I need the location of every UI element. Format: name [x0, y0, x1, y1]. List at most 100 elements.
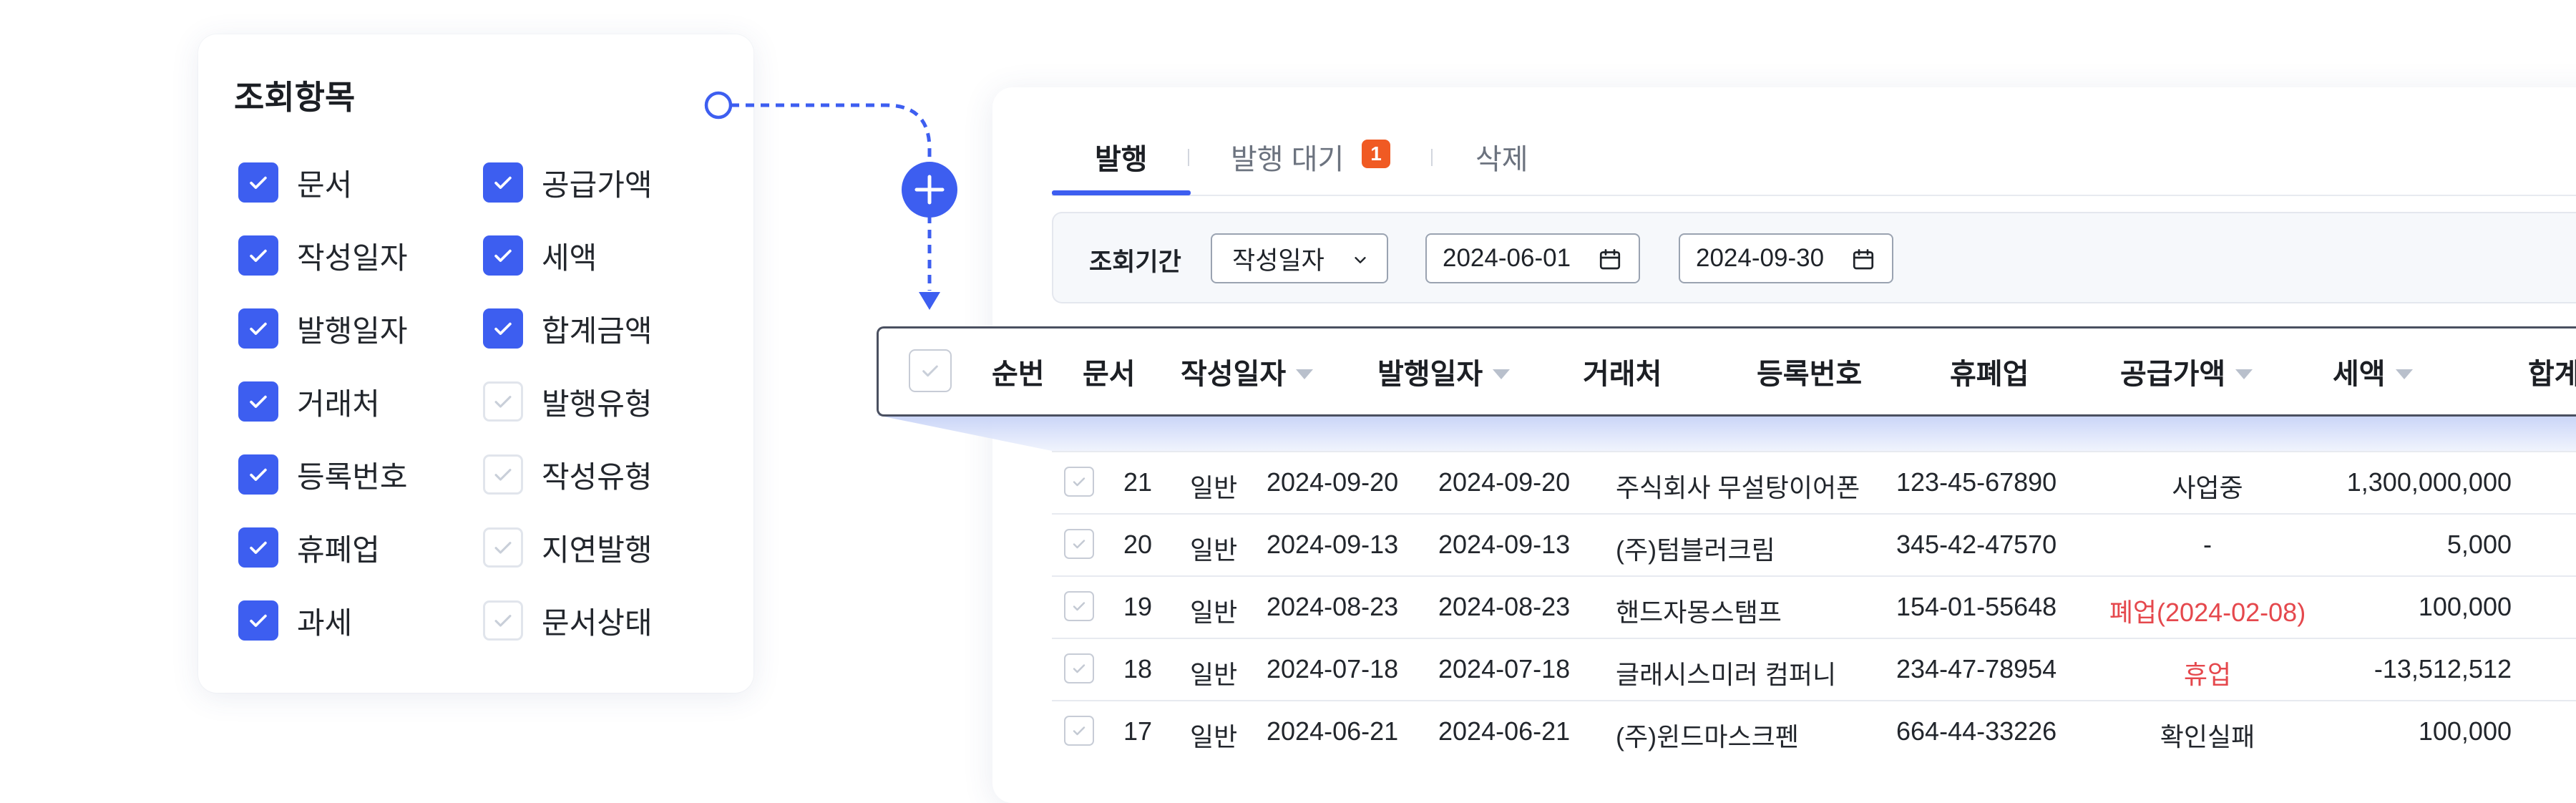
cell-supply-amount: 100,000: [2418, 592, 2512, 621]
check-icon: [1073, 540, 1085, 549]
checkbox-icon[interactable]: [238, 381, 278, 422]
cell-issue-date: 2024-09-20: [1438, 467, 1571, 497]
option-business-status[interactable]: 휴폐업: [238, 526, 380, 569]
col-header-label: 공급가액: [2120, 359, 2226, 390]
checkbox-icon[interactable]: [238, 308, 278, 349]
col-header-supply-amount[interactable]: 공급가액: [2120, 351, 2253, 392]
checkbox-icon[interactable]: [483, 454, 523, 495]
row-divider: [1052, 638, 2576, 639]
sort-caret-icon[interactable]: [2235, 369, 2253, 380]
check-icon: [922, 365, 938, 377]
date-type-value: 작성일자: [1232, 246, 1324, 275]
cell-reg-number: 345-42-47570: [1896, 530, 2057, 559]
cell-client: 핸드자몽스탬프: [1616, 598, 1782, 627]
checkbox-icon[interactable]: [238, 600, 278, 641]
checkbox-icon[interactable]: [483, 162, 523, 203]
row-divider: [1052, 451, 2576, 452]
cell-supply-amount: -13,512,512: [2373, 654, 2512, 683]
col-header-business-status: 휴폐업: [1950, 359, 2029, 390]
checkbox-icon[interactable]: [238, 454, 278, 495]
col-header-issue-date[interactable]: 발행일자: [1377, 351, 1511, 392]
pending-count-badge: 1: [1362, 140, 1390, 168]
calendar-icon[interactable]: [1597, 247, 1623, 273]
option-doc-status[interactable]: 문서상태: [483, 599, 653, 642]
cell-client: (주)텀블러크림: [1616, 535, 1775, 565]
row-checkbox[interactable]: [1064, 591, 1094, 621]
checkbox-icon[interactable]: [483, 308, 523, 349]
option-total-amount[interactable]: 합계금액: [483, 307, 653, 350]
option-label: 발행유형: [542, 386, 653, 421]
cell-doc: 일반: [1190, 598, 1238, 627]
row-divider: [1052, 513, 2576, 515]
col-header-label: 발행일자: [1377, 359, 1483, 390]
cell-no: 18: [1123, 654, 1153, 683]
check-icon: [1073, 664, 1085, 673]
cell-issue-date: 2024-07-18: [1438, 654, 1571, 683]
col-header-total: 합계: [2528, 359, 2576, 390]
tab-issued[interactable]: 발행: [1095, 136, 1148, 177]
option-write-type[interactable]: 작성유형: [483, 453, 653, 496]
col-header-reg-number: 등록번호: [1757, 359, 1863, 390]
tab-divider: [1188, 149, 1189, 166]
option-issue-type[interactable]: 발행유형: [483, 380, 653, 423]
sort-caret-icon[interactable]: [1493, 369, 1511, 380]
chevron-down-icon: [1355, 257, 1366, 263]
option-written-date[interactable]: 작성일자: [238, 234, 408, 277]
check-icon: [1073, 602, 1085, 611]
option-issue-date[interactable]: 발행일자: [238, 307, 408, 350]
checkbox-icon[interactable]: [238, 162, 278, 203]
sort-caret-icon[interactable]: [1296, 369, 1314, 380]
checkbox-icon[interactable]: [483, 527, 523, 568]
cell-written-date: 2024-08-23: [1267, 592, 1399, 621]
checkbox-icon[interactable]: [483, 381, 523, 422]
option-tax-amount[interactable]: 세액: [483, 234, 597, 277]
cell-written-date: 2024-06-21: [1267, 716, 1399, 746]
cell-client: 주식회사 무설탕이어폰: [1616, 473, 1860, 502]
checkbox-icon[interactable]: [238, 527, 278, 568]
cell-no: 19: [1123, 592, 1153, 621]
plus-circle-icon[interactable]: [902, 162, 957, 218]
checkbox-icon[interactable]: [483, 600, 523, 641]
option-reg-number[interactable]: 등록번호: [238, 453, 408, 496]
option-label: 공급가액: [542, 167, 653, 202]
start-date-input[interactable]: 2024-06-01: [1425, 233, 1640, 283]
cell-no: 20: [1123, 530, 1153, 559]
tab-pending[interactable]: 발행 대기: [1231, 136, 1344, 177]
column-options-panel: 조회항목: [198, 34, 753, 693]
row-checkbox[interactable]: [1064, 529, 1094, 559]
calendar-icon[interactable]: [1850, 247, 1876, 273]
cell-reg-number: 664-44-33226: [1896, 716, 2057, 746]
check-icon: [1073, 726, 1085, 736]
checkbox-icon[interactable]: [238, 235, 278, 276]
row-checkbox[interactable]: [1064, 653, 1094, 683]
option-late-issue[interactable]: 지연발행: [483, 526, 653, 569]
panel-title: 조회항목: [234, 79, 356, 116]
tab-divider: [1431, 149, 1433, 166]
option-label: 과세: [297, 605, 353, 640]
cell-reg-number: 154-01-55648: [1896, 592, 2057, 621]
option-label: 문서상태: [542, 605, 653, 640]
row-checkbox[interactable]: [1064, 467, 1094, 497]
option-tax[interactable]: 과세: [238, 599, 352, 642]
cell-doc: 일반: [1190, 660, 1238, 689]
cell-issue-date: 2024-08-23: [1438, 592, 1571, 621]
select-all-checkbox[interactable]: [909, 349, 952, 392]
tab-baseline: [1052, 195, 2576, 196]
option-label: 지연발행: [542, 532, 653, 567]
date-type-select[interactable]: 작성일자: [1211, 233, 1388, 283]
end-date-input[interactable]: 2024-09-30: [1679, 233, 1893, 283]
active-tab-indicator: [1052, 190, 1191, 195]
tab-deleted[interactable]: 삭제: [1475, 136, 1528, 177]
col-header-tax-amount[interactable]: 세액: [2333, 351, 2413, 392]
option-client[interactable]: 거래처: [238, 380, 380, 423]
option-label: 거래처: [297, 386, 380, 421]
checkbox-icon[interactable]: [483, 235, 523, 276]
sort-caret-icon[interactable]: [2395, 369, 2413, 380]
option-supply-amount[interactable]: 공급가액: [483, 161, 653, 204]
row-checkbox[interactable]: [1064, 716, 1094, 746]
connector-arrow: [704, 91, 957, 310]
cell-reg-number: 123-45-67890: [1896, 467, 2057, 497]
col-header-written-date[interactable]: 작성일자: [1181, 351, 1314, 392]
option-document[interactable]: 문서: [238, 161, 352, 204]
option-label: 세액: [542, 240, 597, 275]
